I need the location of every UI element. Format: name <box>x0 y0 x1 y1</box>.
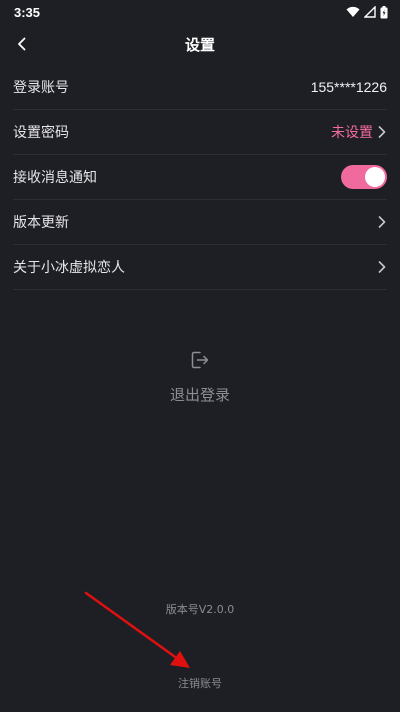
annotation-arrow <box>84 591 190 668</box>
